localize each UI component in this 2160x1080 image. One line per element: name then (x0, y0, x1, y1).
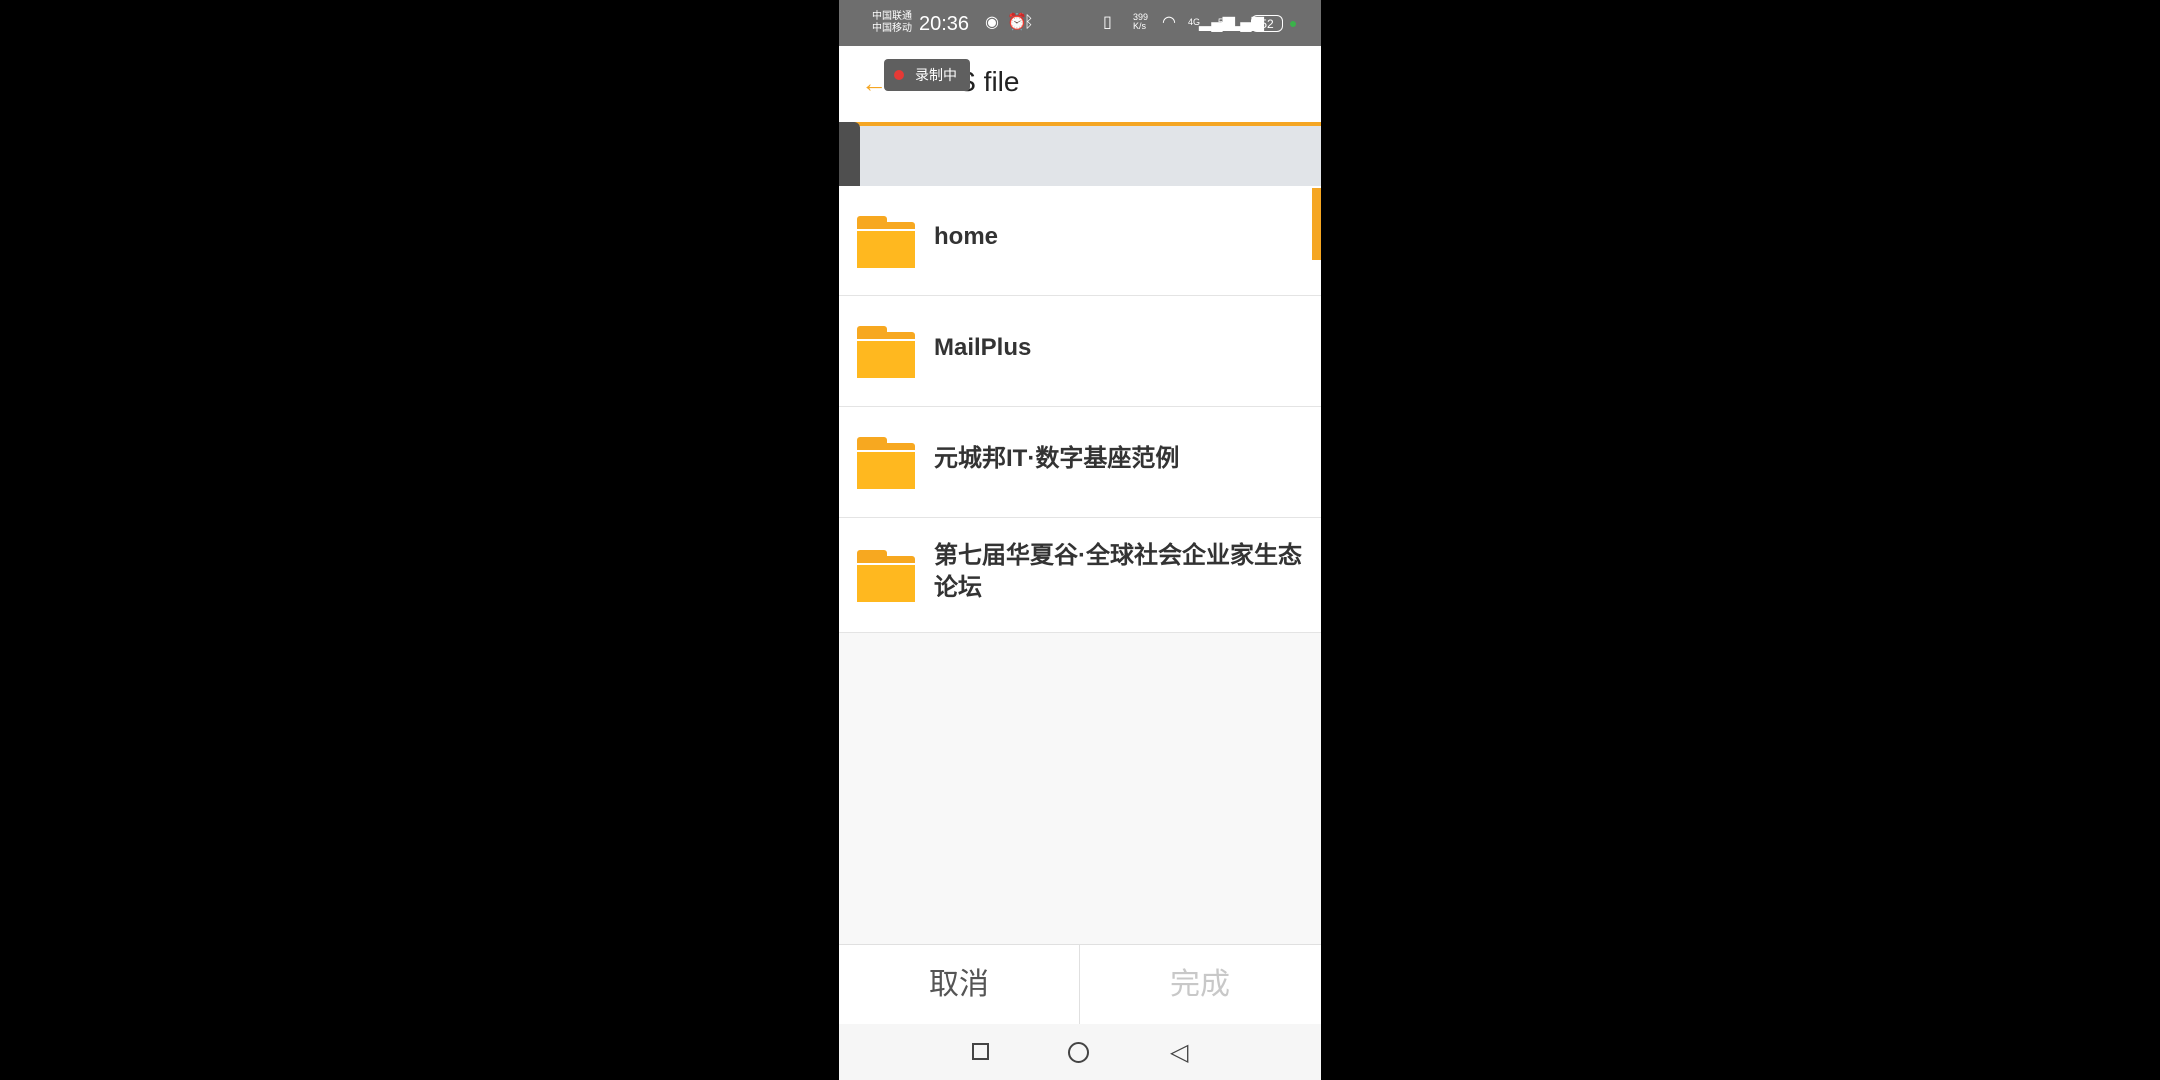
recent-apps-icon[interactable] (972, 1043, 989, 1060)
status-bar: 中国联通 中国移动 20:36 ◉ ⏰ ᛒ ▯ 399 K/s ◠ 4G ▂▄▆… (839, 0, 1321, 46)
charging-dot (1290, 21, 1296, 27)
app-header: ← DS file 录制中 (839, 46, 1321, 126)
folder-list: home MailPlus 元城邦IT·数字基座范例 第七届华夏谷·全球社会企业… (839, 186, 1321, 633)
eye-icon: ◉ (985, 14, 999, 31)
vibrate-icon: ▯ (1103, 14, 1112, 31)
back-triangle-icon[interactable]: ◁ (1170, 1038, 1188, 1067)
cancel-button[interactable]: 取消 (839, 945, 1079, 1025)
carrier-1: 中国联通 (872, 11, 912, 22)
recording-indicator[interactable]: 录制中 (884, 59, 970, 91)
list-item[interactable]: 第七届华夏谷·全球社会企业家生态论坛 (839, 518, 1321, 633)
folder-icon (857, 216, 915, 268)
list-item[interactable]: 元城邦IT·数字基座范例 (839, 407, 1321, 518)
scrollbar-thumb[interactable] (1312, 188, 1321, 260)
battery-indicator: 52 (1251, 15, 1283, 32)
folder-name: home (934, 223, 999, 250)
clock: 20:36 (919, 13, 970, 35)
recording-dot-icon (894, 70, 904, 80)
folder-icon (857, 550, 915, 602)
phone-screen: 中国联通 中国移动 20:36 ◉ ⏰ ᛒ ▯ 399 K/s ◠ 4G ▂▄▆… (839, 0, 1321, 1080)
folder-name: MailPlus (934, 334, 1032, 361)
carrier-2: 中国移动 (872, 23, 912, 34)
action-bar: 取消 完成 (839, 944, 1321, 1025)
home-icon[interactable] (1068, 1042, 1089, 1063)
folder-icon (857, 437, 915, 489)
list-item[interactable]: home (839, 186, 1321, 296)
bluetooth-icon: ᛒ (1024, 14, 1034, 31)
wifi-icon: ◠ (1162, 14, 1176, 31)
carrier-info: 中国联通 中国移动 (872, 11, 920, 35)
recording-label: 录制中 (915, 67, 957, 83)
net-speed: 399 K/s (1133, 12, 1149, 31)
folder-name: 元城邦IT·数字基座范例 (934, 445, 1180, 472)
list-item[interactable]: MailPlus (839, 296, 1321, 407)
done-button[interactable]: 完成 (1080, 945, 1320, 1025)
system-nav-bar: ◁ (839, 1024, 1321, 1080)
folder-icon (857, 326, 915, 378)
folder-name: 第七届华夏谷·全球社会企业家生态论坛 (934, 542, 1302, 601)
path-bar: / (839, 126, 1321, 187)
